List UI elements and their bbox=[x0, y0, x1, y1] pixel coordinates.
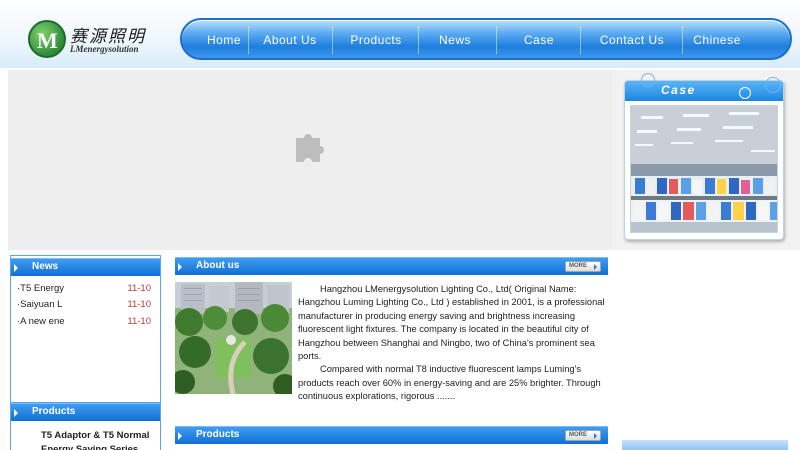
logo-mark: M bbox=[37, 28, 58, 53]
products-main-header: Products MORE bbox=[175, 426, 608, 444]
about-description: Hangzhou LMenergysolution Lighting Co., … bbox=[298, 283, 608, 404]
campus-image bbox=[175, 282, 292, 394]
arrow-right-icon bbox=[14, 264, 18, 272]
nav-divider bbox=[418, 26, 419, 54]
news-item-date: 11-10 bbox=[127, 299, 151, 310]
about-more-button[interactable]: MORE bbox=[565, 261, 601, 272]
products-more-button[interactable]: MORE bbox=[565, 430, 601, 441]
news-item-title[interactable]: ·A new ene bbox=[17, 316, 65, 327]
news-item[interactable]: ·T5 Energy 11-10 bbox=[17, 283, 157, 297]
nav-case[interactable]: Case bbox=[504, 20, 574, 58]
logo-emblem: M bbox=[28, 20, 66, 58]
nav-divider bbox=[496, 26, 497, 54]
logo-english-name: LMenergysolution bbox=[70, 44, 139, 54]
header: M 赛源照明 LMenergysolution Home About Us Pr… bbox=[0, 0, 800, 68]
nav-home[interactable]: Home bbox=[200, 20, 248, 58]
nav-divider bbox=[332, 26, 333, 54]
nav-about-us[interactable]: About Us bbox=[252, 20, 328, 58]
case-title: Case bbox=[661, 83, 696, 97]
bubble-decoration bbox=[765, 77, 781, 93]
site-logo[interactable]: M 赛源照明 LMenergysolution bbox=[28, 20, 168, 60]
about-header: About us MORE bbox=[175, 257, 608, 275]
right-panel-header-strip bbox=[622, 440, 788, 450]
news-title: News bbox=[32, 261, 59, 272]
arrow-right-icon bbox=[178, 432, 182, 440]
case-card[interactable]: Case bbox=[624, 73, 784, 240]
about-paragraph: Compared with normal T8 inductive fluore… bbox=[298, 364, 601, 402]
arrow-right-icon bbox=[14, 409, 18, 417]
news-item[interactable]: ·Saiyuan L 11-10 bbox=[17, 299, 157, 313]
arrow-right-icon bbox=[178, 263, 182, 271]
news-panel: News ·T5 Energy 11-10 ·Saiyuan L 11-10 ·… bbox=[10, 255, 161, 404]
about-paragraph: Hangzhou LMenergysolution Lighting Co., … bbox=[298, 284, 605, 362]
bubble-decoration bbox=[739, 87, 751, 99]
main-nav: Home About Us Products News Case Contact… bbox=[180, 18, 792, 60]
about-photo-campus bbox=[175, 282, 292, 394]
products-main-title: Products bbox=[196, 429, 240, 440]
nav-chinese[interactable]: Chinese bbox=[686, 20, 748, 58]
product-category-link[interactable]: T5 Adaptor & T5 Normal Energy Saving Ser… bbox=[41, 429, 159, 450]
nav-divider bbox=[580, 26, 581, 54]
products-side-header: Products bbox=[11, 403, 160, 421]
case-section: Case bbox=[612, 70, 800, 250]
about-title: About us bbox=[196, 260, 240, 271]
about-panel: About us MORE Hangzhou LMenergysolution … bbox=[175, 255, 608, 415]
news-item[interactable]: ·A new ene 11-10 bbox=[17, 316, 157, 330]
supermarket-image bbox=[631, 106, 777, 232]
products-side-panel: Products T5 Adaptor & T5 Normal Energy S… bbox=[10, 402, 161, 450]
products-side-title: Products bbox=[32, 406, 76, 417]
news-header: News bbox=[11, 258, 160, 276]
nav-products[interactable]: Products bbox=[338, 20, 414, 58]
bubble-decoration bbox=[641, 73, 655, 87]
nav-divider bbox=[682, 26, 683, 54]
banner-plugin-area[interactable] bbox=[8, 70, 612, 250]
case-photo-supermarket[interactable] bbox=[630, 105, 778, 233]
news-item-date: 11-10 bbox=[127, 283, 151, 294]
nav-news[interactable]: News bbox=[422, 20, 488, 58]
products-main-panel: Products MORE bbox=[175, 426, 608, 444]
nav-divider bbox=[248, 26, 249, 54]
news-item-date: 11-10 bbox=[127, 316, 151, 327]
news-item-title[interactable]: ·T5 Energy bbox=[17, 283, 64, 294]
news-item-title[interactable]: ·Saiyuan L bbox=[17, 299, 62, 310]
plugin-missing-icon bbox=[296, 134, 324, 162]
nav-contact-us[interactable]: Contact Us bbox=[586, 20, 678, 58]
